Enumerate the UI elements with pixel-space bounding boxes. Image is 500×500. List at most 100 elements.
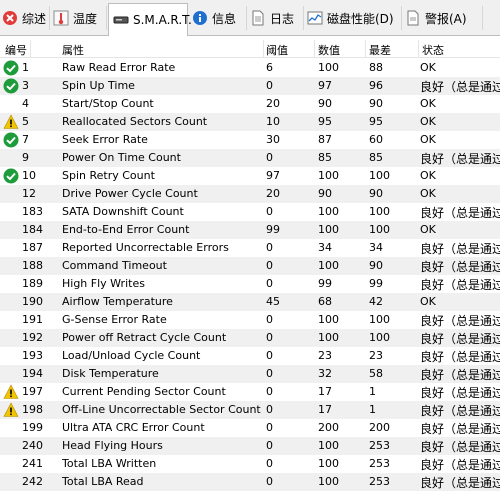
cell-id: 198 — [22, 403, 43, 416]
cell-threshold: 0 — [266, 439, 273, 452]
cell-attribute: Total LBA Read — [62, 475, 144, 488]
table-row[interactable]: 241 Total LBA Written 0 100 253 良好（总是通过） — [0, 455, 500, 473]
cell-status: OK — [420, 115, 436, 128]
cell-worst: 96 — [369, 79, 383, 92]
col-header-threshold[interactable]: 阈值 — [266, 42, 288, 58]
cell-worst: 23 — [369, 349, 383, 362]
table-row[interactable]: 194 Disk Temperature 0 32 58 良好（总是通过） — [0, 365, 500, 383]
tab-disk-performance[interactable]: 磁盘性能(D) — [305, 6, 402, 30]
cell-attribute: Airflow Temperature — [62, 295, 173, 308]
tab-label: 综述 — [22, 11, 47, 26]
cell-status: OK — [420, 133, 436, 146]
cell-value: 97 — [318, 79, 332, 92]
cell-status: 良好（总是通过） — [420, 260, 500, 274]
tab-label: 信息 — [212, 11, 237, 26]
cell-value: 23 — [318, 349, 332, 362]
cell-id: 240 — [22, 439, 43, 452]
cell-status: 良好（总是通过） — [420, 386, 500, 400]
cell-value: 100 — [318, 205, 339, 218]
table-row[interactable]: 193 Load/Unload Cycle Count 0 23 23 良好（总是通过） — [0, 347, 500, 365]
table-row[interactable]: 187 Reported Uncorrectable Errors 0 34 34 良好（… — [0, 239, 500, 257]
table-row[interactable]: 7 Seek Error Rate 30 87 60 OK — [0, 131, 500, 149]
warning-icon — [3, 402, 19, 418]
cell-status: OK — [420, 187, 436, 200]
cell-value: 95 — [318, 115, 332, 128]
tab-temperature[interactable]: 温度 — [51, 6, 107, 30]
cell-value: 100 — [318, 61, 339, 74]
cell-id: 3 — [22, 79, 29, 92]
cell-status: 良好（总是通过） — [420, 440, 500, 454]
table-row[interactable]: 5 Reallocated Sectors Count 10 95 95 OK — [0, 113, 500, 131]
tab-info[interactable]: 信息 — [190, 6, 247, 30]
ok-check-icon — [3, 60, 19, 76]
tab-log[interactable]: 日志 — [248, 6, 304, 30]
cell-value: 87 — [318, 133, 332, 146]
cell-id: 9 — [22, 151, 29, 164]
cell-worst: 99 — [369, 277, 383, 290]
col-header-worst[interactable]: 最差 — [369, 42, 391, 58]
cell-attribute: Load/Unload Cycle Count — [62, 349, 201, 362]
cell-worst: 85 — [369, 151, 383, 164]
cell-status: 良好（总是通过） — [420, 368, 500, 382]
cell-worst: 88 — [369, 61, 383, 74]
cell-threshold: 0 — [266, 457, 273, 470]
cell-attribute: Drive Power Cycle Count — [62, 187, 198, 200]
table-row[interactable]: 199 Ultra ATA CRC Error Count 0 200 200 良好（总是… — [0, 419, 500, 437]
table-row[interactable]: 12 Drive Power Cycle Count 20 90 90 OK — [0, 185, 500, 203]
cell-threshold: 0 — [266, 385, 273, 398]
cell-value: 85 — [318, 151, 332, 164]
cell-status: 良好（总是通过） — [420, 314, 500, 328]
cell-attribute: Raw Read Error Rate — [62, 61, 176, 74]
cell-worst: 100 — [369, 205, 390, 218]
tab-label: 日志 — [270, 11, 295, 26]
table-row[interactable]: 240 Head Flying Hours 0 100 253 良好（总是通过） — [0, 437, 500, 455]
cell-status: 良好（总是通过） — [420, 80, 500, 94]
cell-attribute: Reallocated Sectors Count — [62, 115, 208, 128]
cell-threshold: 0 — [266, 475, 273, 488]
cell-threshold: 0 — [266, 79, 273, 92]
cell-value: 100 — [318, 169, 339, 182]
col-header-value[interactable]: 数值 — [318, 42, 340, 58]
cell-status: 良好（总是通过） — [420, 206, 500, 220]
cell-id: 1 — [22, 61, 29, 74]
table-row[interactable]: 1 Raw Read Error Rate 6 100 88 OK — [0, 59, 500, 77]
table-row[interactable]: 198 Off-Line Uncorrectable Sector Count 0 1… — [0, 401, 500, 419]
table-row[interactable]: 184 End-to-End Error Count 99 100 100 OK — [0, 221, 500, 239]
cell-value: 99 — [318, 277, 332, 290]
cell-status: 良好（总是通过） — [420, 350, 500, 364]
table-row[interactable]: 189 High Fly Writes 0 99 99 良好（总是通过） — [0, 275, 500, 293]
cell-id: 241 — [22, 457, 43, 470]
cell-value: 100 — [318, 259, 339, 272]
cell-value: 100 — [318, 331, 339, 344]
cell-id: 242 — [22, 475, 43, 488]
tab-smart[interactable]: S.M.A.R.T. — [108, 3, 192, 36]
table-row[interactable]: 188 Command Timeout 0 100 90 良好（总是通过） — [0, 257, 500, 275]
col-header-attribute[interactable]: 属性 — [62, 42, 84, 58]
table-row[interactable]: 3 Spin Up Time 0 97 96 良好（总是通过） — [0, 77, 500, 95]
table-row[interactable]: 4 Start/Stop Count 20 90 90 OK — [0, 95, 500, 113]
tab-alerts[interactable]: 警报(A) — [403, 6, 483, 30]
table-row[interactable]: 242 Total LBA Read 0 100 253 良好（总是通过） — [0, 473, 500, 491]
table-row[interactable]: 10 Spin Retry Count 97 100 100 OK — [0, 167, 500, 185]
cell-status: 良好（总是通过） — [420, 332, 500, 346]
cell-attribute: Total LBA Written — [62, 457, 157, 470]
table-row[interactable]: 9 Power On Time Count 0 85 85 良好（总是通过） — [0, 149, 500, 167]
cell-worst: 100 — [369, 331, 390, 344]
cell-worst: 200 — [369, 421, 390, 434]
col-header-status[interactable]: 状态 — [422, 42, 444, 58]
warning-icon — [3, 114, 19, 130]
table-row[interactable]: 183 SATA Downshift Count 0 100 100 良好（总是通过） — [0, 203, 500, 221]
cell-value: 100 — [318, 457, 339, 470]
table-row[interactable]: 197 Current Pending Sector Count 0 17 1 良好（总是… — [0, 383, 500, 401]
cell-id: 12 — [22, 187, 36, 200]
cell-id: 197 — [22, 385, 43, 398]
table-row[interactable]: 191 G-Sense Error Rate 0 100 100 良好（总是通过） — [0, 311, 500, 329]
tab-summary[interactable]: 综述 — [0, 6, 50, 30]
cell-id: 194 — [22, 367, 43, 380]
col-header-id[interactable]: 编号 — [5, 42, 27, 58]
table-row[interactable]: 192 Power off Retract Cycle Count 0 100 100 良… — [0, 329, 500, 347]
cell-worst: 253 — [369, 439, 390, 452]
cell-worst: 95 — [369, 115, 383, 128]
warning-icon — [3, 384, 19, 400]
table-row[interactable]: 190 Airflow Temperature 45 68 42 OK — [0, 293, 500, 311]
